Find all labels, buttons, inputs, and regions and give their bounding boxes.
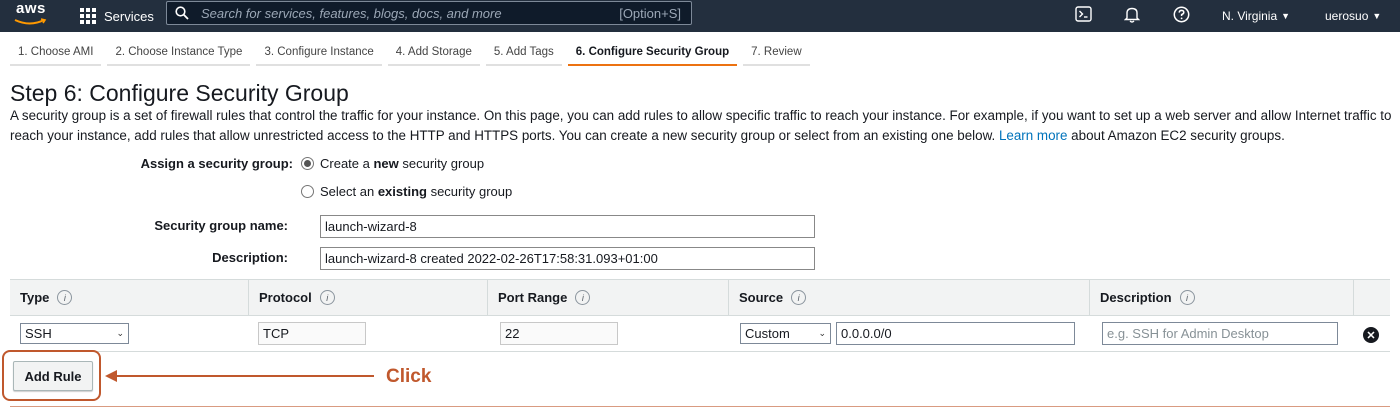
description-label: Description: — [212, 250, 288, 265]
radio-button-checked[interactable] — [301, 157, 314, 170]
chevron-down-icon: ⌄ — [818, 328, 826, 338]
port-range-field: 22 — [500, 322, 618, 345]
column-header-protocol: Protocol i — [248, 280, 335, 315]
rules-table-header: Type i Protocol i Port Range i Source i Desc… — [10, 279, 1390, 316]
info-icon[interactable]: i — [1179, 290, 1195, 305]
intro-tail: about Amazon EC2 security groups. — [1071, 128, 1285, 143]
source-cidr-input[interactable]: 0.0.0.0/0 — [836, 322, 1075, 345]
top-nav-bar: aws Services Search for services, featur… — [0, 0, 1400, 32]
tab-configure-instance[interactable]: 3. Configure Instance — [256, 40, 382, 66]
radio-create-new-label: Create a new security group — [320, 156, 485, 171]
column-header-type: Type i — [10, 280, 73, 315]
help-icon[interactable] — [1171, 4, 1191, 24]
click-annotation: Click — [386, 366, 432, 387]
page-title: Step 6: Configure Security Group — [10, 80, 349, 106]
rule-description-input[interactable]: e.g. SSH for Admin Desktop — [1102, 322, 1338, 345]
column-header-source: Source i — [728, 280, 807, 315]
search-icon — [175, 6, 189, 20]
grid-icon — [80, 8, 96, 24]
info-icon[interactable]: i — [791, 290, 807, 305]
region-label: N. Virginia — [1222, 9, 1278, 23]
info-icon[interactable]: i — [319, 290, 335, 305]
tab-add-tags[interactable]: 5. Add Tags — [485, 40, 562, 66]
search-input[interactable]: Search for services, features, blogs, do… — [166, 1, 692, 25]
source-select[interactable]: Custom ⌄ — [740, 323, 831, 344]
security-group-name-input[interactable] — [320, 215, 815, 238]
tab-review[interactable]: 7. Review — [743, 40, 810, 66]
radio-create-new[interactable]: Create a new security group — [301, 156, 484, 171]
remove-rule-icon[interactable]: ✕ — [1363, 327, 1379, 343]
caret-down-icon: ▼ — [1372, 11, 1382, 21]
tab-add-storage[interactable]: 4. Add Storage — [387, 40, 480, 66]
type-select[interactable]: SSH ⌄ — [20, 323, 129, 344]
info-icon[interactable]: i — [575, 290, 591, 305]
user-menu[interactable]: uerosuo ▼ — [1325, 0, 1381, 32]
terminal-icon[interactable] — [1073, 4, 1093, 24]
learn-more-link[interactable]: Learn more — [999, 128, 1067, 143]
bell-icon[interactable] — [1122, 4, 1142, 24]
column-header-description: Description i — [1089, 280, 1195, 315]
caret-down-icon: ▼ — [1281, 11, 1291, 21]
user-label: uerosuo — [1325, 9, 1369, 23]
add-rule-button[interactable]: Add Rule — [13, 361, 93, 391]
search-shortcut: [Option+S] — [619, 5, 681, 21]
assign-security-group-label: Assign a security group: — [140, 156, 293, 171]
column-header-port-range: Port Range i — [487, 280, 591, 315]
services-label: Services — [104, 8, 154, 24]
column-header-actions — [1353, 280, 1390, 315]
region-selector[interactable]: N. Virginia ▼ — [1222, 0, 1290, 32]
info-icon[interactable]: i — [57, 290, 73, 305]
radio-select-existing-label: Select an existing security group — [320, 184, 513, 199]
services-menu[interactable]: Services — [80, 0, 154, 32]
aws-smile-icon — [14, 18, 47, 25]
chevron-down-icon: ⌄ — [116, 328, 124, 338]
security-group-name-label: Security group name: — [154, 218, 288, 233]
search-placeholder: Search for services, features, blogs, do… — [201, 5, 502, 21]
arrow-left-icon — [105, 370, 374, 382]
table-row: SSH ⌄ TCP 22 Custom ⌄ 0.0.0.0/0 e.g. SSH… — [10, 316, 1390, 352]
tab-choose-instance-type[interactable]: 2. Choose Instance Type — [107, 40, 251, 66]
divider — [10, 406, 1390, 407]
tab-configure-security-group[interactable]: 6. Configure Security Group — [567, 40, 738, 66]
radio-button[interactable] — [301, 185, 314, 198]
intro-text: A security group is a set of firewall ru… — [10, 106, 1395, 146]
tab-choose-ami[interactable]: 1. Choose AMI — [10, 40, 102, 66]
radio-select-existing[interactable]: Select an existing security group — [301, 184, 512, 199]
protocol-field: TCP — [258, 322, 366, 345]
aws-logo[interactable]: aws — [14, 0, 54, 30]
description-input[interactable] — [320, 247, 815, 270]
wizard-tabs: 1. Choose AMI 2. Choose Instance Type 3.… — [10, 40, 816, 66]
